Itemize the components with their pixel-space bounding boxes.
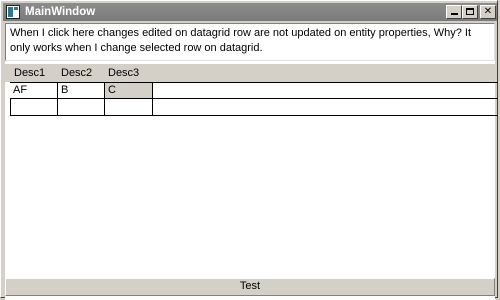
description-textblock: When I click here changes edited on data… (5, 23, 495, 61)
column-header-desc2[interactable]: Desc2 (61, 67, 92, 79)
main-window: MainWindow ✕ When I click here changes e… (0, 0, 498, 300)
datagrid[interactable]: Desc1 Desc2 Desc3 AF B C (5, 64, 498, 300)
window-app-icon[interactable] (6, 5, 20, 19)
table-cell-selected[interactable]: C (105, 83, 153, 99)
table-cell[interactable] (105, 99, 153, 115)
table-row[interactable] (10, 98, 498, 115)
column-header-desc3[interactable]: Desc3 (108, 67, 139, 79)
column-header-desc1[interactable]: Desc1 (14, 67, 45, 79)
table-cell[interactable] (58, 99, 105, 115)
datagrid-header: Desc1 Desc2 Desc3 (5, 64, 495, 82)
window-title: MainWindow (25, 6, 96, 18)
grid-row-divider (10, 115, 498, 116)
table-cell[interactable] (10, 99, 58, 115)
maximize-button[interactable] (462, 5, 478, 19)
table-cell[interactable]: AF (10, 83, 58, 99)
title-bar[interactable]: MainWindow ✕ (3, 3, 497, 21)
close-icon: ✕ (483, 6, 493, 17)
minimize-button[interactable] (446, 5, 462, 19)
minimize-icon (450, 13, 458, 15)
table-row[interactable]: AF B C (10, 82, 498, 99)
test-button[interactable]: Test (5, 278, 495, 296)
maximize-icon (466, 8, 474, 15)
close-button[interactable]: ✕ (480, 5, 496, 19)
table-cell[interactable]: B (58, 83, 105, 99)
content-area: When I click here changes edited on data… (5, 23, 498, 300)
